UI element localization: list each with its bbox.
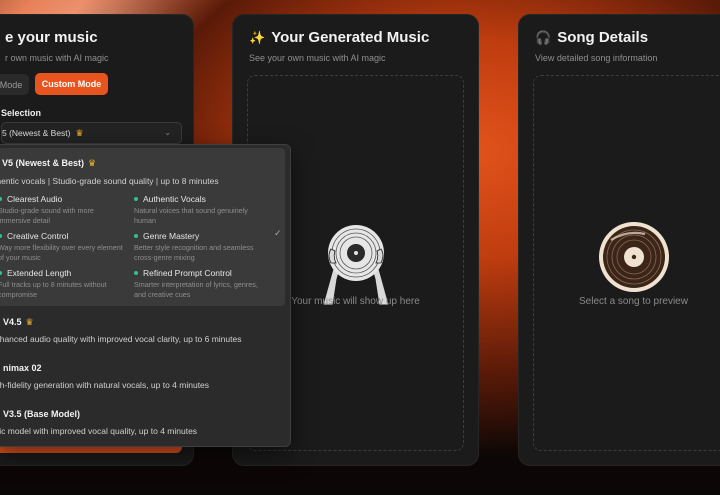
bullet-dot-icon [134,197,138,201]
model-option-minimax[interactable]: nimax 02 gh-fidelity generation with nat… [0,357,290,397]
generated-music-title: ✨ Your Generated Music [249,29,429,46]
feature-item: Refined Prompt Control Smarter interpret… [134,268,262,301]
crown-icon: ♛ [75,127,84,138]
check-icon: ✓ [274,228,282,238]
option-name: V4.5 ♛ [3,317,34,328]
bullet-dot-icon [0,271,2,275]
option-description: nhanced audio quality with improved voca… [0,334,242,344]
feature-item: Genre Mastery Better style recognition a… [134,231,262,264]
model-option-v35[interactable]: V3.5 (Base Model) sic model with improve… [0,403,290,443]
feature-item: Creative Control Way more flexibility ov… [0,231,126,264]
option-description: sic model with improved vocal quality, u… [0,426,198,436]
feature-title: Creative Control [7,231,69,241]
feature-desc: Studio-grade sound with more immersive d… [0,206,94,226]
feature-title: Extended Length [7,268,72,278]
model-selection-label: Selection [1,108,42,118]
chevron-down-icon: ⌄ [164,128,171,137]
option-name-text: V5 (Newest & Best) [2,158,85,168]
model-option-v5[interactable]: V5 (Newest & Best) ♛ thentic vocals | Stu… [0,148,285,306]
generated-music-subtitle: See your own music with AI magic [249,53,386,63]
crown-icon: ♛ [88,158,97,168]
feature-desc: Better style recognition and seamless cr… [134,243,254,263]
song-details-panel: 🎧 Song Details View detailed song inform… [518,14,720,466]
option-name: V3.5 (Base Model) [3,409,81,419]
create-panel-subtitle: r own music with AI magic [5,53,109,63]
headphones-icon: 🎧 [535,29,552,45]
simple-mode-button[interactable]: Mode [0,74,29,95]
model-select-value: 5 (Newest & Best) [2,128,71,138]
option-name-text: V4.5 [3,317,22,327]
song-details-placeholder: Select a song to preview [579,296,688,307]
crown-icon: ♛ [25,317,34,327]
model-option-v45[interactable]: V4.5 ♛ nhanced audio quality with improve… [0,311,290,351]
feature-title: Genre Mastery [143,231,200,241]
feature-desc: Natural voices that sound genuinely huma… [134,206,248,226]
option-name: nimax 02 [3,363,42,373]
feature-title: Refined Prompt Control [143,268,232,278]
feature-title: Clearest Audio [7,194,63,204]
feature-item: Authentic Vocals Natural voices that sou… [134,194,262,227]
bullet-dot-icon [134,234,138,238]
song-details-title-text: Song Details [557,29,649,46]
bullet-dot-icon [0,197,2,201]
model-select[interactable]: 5 (Newest & Best) ♛ ⌄ [1,122,182,144]
option-name: V5 (Newest & Best) ♛ [2,158,96,169]
option-description: thentic vocals | Studio-grade sound qual… [0,176,219,186]
song-details-title: 🎧 Song Details [535,29,648,46]
song-details-subtitle: View detailed song information [535,53,658,63]
bullet-dot-icon [134,271,138,275]
feature-item: Extended Length Full tracks up to 8 minu… [0,268,126,301]
feature-item: Clearest Audio Studio-grade sound with m… [0,194,126,227]
feature-desc: Smarter interpretation of lyrics, genres… [134,280,258,300]
feature-title: Authentic Vocals [143,194,206,204]
feature-desc: Full tracks up to 8 minutes without comp… [0,280,107,300]
feature-desc: Way more flexibility over every element … [0,243,123,263]
bullet-dot-icon [0,234,2,238]
sparkles-icon: ✨ [249,29,266,45]
option-description: gh-fidelity generation with natural voca… [0,380,210,390]
custom-mode-button[interactable]: Custom Mode [35,73,108,95]
generated-music-title-text: Your Generated Music [271,29,430,46]
create-panel-title: e your music [5,29,98,46]
model-dropdown-menu: V5 (Newest & Best) ♛ thentic vocals | Stu… [0,144,291,447]
vinyl-record-icon [597,220,671,299]
song-details-area: Select a song to preview [533,75,720,451]
